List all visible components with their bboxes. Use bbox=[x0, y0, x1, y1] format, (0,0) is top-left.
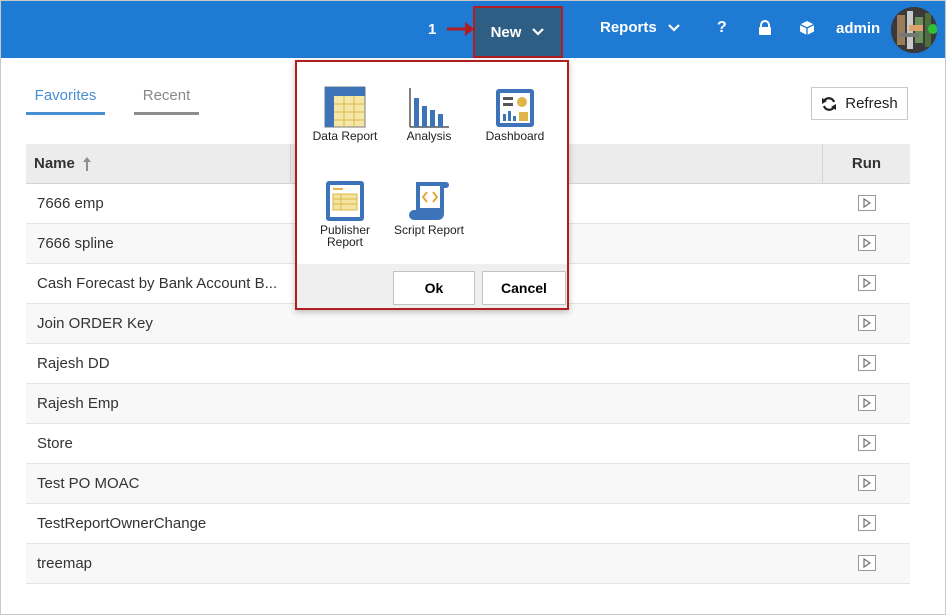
table-row[interactable]: treemap bbox=[26, 544, 910, 584]
table-row[interactable]: Rajesh Emp bbox=[26, 384, 910, 424]
avatar-pattern-icon bbox=[891, 7, 937, 53]
avatar[interactable] bbox=[891, 7, 937, 53]
report-name[interactable]: Test PO MOAC bbox=[37, 475, 282, 492]
new-menu-button[interactable]: New bbox=[473, 6, 563, 58]
column-name-label: Name bbox=[34, 155, 75, 172]
run-button[interactable] bbox=[858, 435, 876, 451]
play-icon bbox=[863, 398, 871, 408]
table-row[interactable]: Test PO MOAC bbox=[26, 464, 910, 504]
option-label: Analysis bbox=[406, 129, 452, 143]
reports-menu-label: Reports bbox=[600, 19, 657, 36]
tab-favorites[interactable]: Favorites bbox=[26, 87, 105, 115]
report-name[interactable]: Rajesh DD bbox=[37, 355, 282, 372]
report-name[interactable]: Store bbox=[37, 435, 282, 452]
dialog-footer: Ok Cancel bbox=[297, 264, 567, 308]
run-button[interactable] bbox=[858, 235, 876, 251]
dashboard-icon bbox=[496, 89, 534, 127]
report-name[interactable]: 7666 emp bbox=[37, 195, 282, 212]
ok-button[interactable]: Ok bbox=[393, 271, 475, 305]
play-icon bbox=[863, 358, 871, 368]
column-divider bbox=[290, 144, 291, 183]
reports-menu-button[interactable]: Reports bbox=[600, 19, 681, 36]
run-button[interactable] bbox=[858, 555, 876, 571]
help-button[interactable]: ? bbox=[717, 19, 727, 37]
option-label: Script Report bbox=[393, 223, 465, 237]
report-name[interactable]: treemap bbox=[37, 555, 282, 572]
play-icon bbox=[863, 518, 871, 528]
table-row[interactable]: Join ORDER Key bbox=[26, 304, 910, 344]
analysis-icon bbox=[409, 88, 449, 128]
play-icon bbox=[863, 558, 871, 568]
data-report-icon bbox=[324, 86, 366, 128]
play-icon bbox=[863, 318, 871, 328]
lock-icon[interactable] bbox=[758, 20, 772, 36]
run-button[interactable] bbox=[858, 275, 876, 291]
chevron-down-icon bbox=[667, 23, 680, 32]
option-label: Publisher Report bbox=[319, 223, 371, 249]
refresh-icon bbox=[822, 96, 837, 111]
option-dashboard[interactable]: Dashboard bbox=[481, 84, 549, 142]
sort-ascending-icon bbox=[82, 156, 91, 171]
option-label: Dashboard bbox=[485, 129, 545, 143]
option-analysis[interactable]: Analysis bbox=[397, 84, 461, 142]
table-row[interactable]: Rajesh DD bbox=[26, 344, 910, 384]
option-publisher-report[interactable]: Publisher Report bbox=[311, 178, 379, 248]
table-row[interactable]: TestReportOwnerChange bbox=[26, 504, 910, 544]
callout-arrow-icon bbox=[447, 22, 474, 36]
run-button[interactable] bbox=[858, 395, 876, 411]
chevron-down-icon bbox=[532, 28, 545, 36]
run-button[interactable] bbox=[858, 315, 876, 331]
run-button[interactable] bbox=[858, 355, 876, 371]
report-name[interactable]: TestReportOwnerChange bbox=[37, 515, 282, 532]
report-name[interactable]: Rajesh Emp bbox=[37, 395, 282, 412]
tab-recent[interactable]: Recent bbox=[134, 87, 199, 115]
cube-icon[interactable] bbox=[799, 20, 815, 36]
play-icon bbox=[863, 478, 871, 488]
publisher-report-icon bbox=[326, 181, 364, 221]
play-icon bbox=[863, 198, 871, 208]
column-header-name[interactable]: Name bbox=[34, 155, 91, 172]
new-menu-label: New bbox=[490, 23, 522, 41]
option-script-report[interactable]: Script Report bbox=[391, 178, 467, 236]
top-navbar: 1 New Reports ? admin bbox=[1, 1, 945, 58]
report-name[interactable]: 7666 spline bbox=[37, 235, 282, 252]
report-name[interactable]: Cash Forecast by Bank Account B... bbox=[37, 275, 282, 292]
refresh-label: Refresh bbox=[845, 95, 898, 112]
run-button[interactable] bbox=[858, 515, 876, 531]
table-row[interactable]: Store bbox=[26, 424, 910, 464]
script-report-icon bbox=[409, 182, 449, 220]
cancel-button[interactable]: Cancel bbox=[482, 271, 566, 305]
new-report-dialog: Data Report Analysis Dashboard Publisher… bbox=[295, 60, 569, 310]
run-button[interactable] bbox=[858, 195, 876, 211]
play-icon bbox=[863, 278, 871, 288]
report-name[interactable]: Join ORDER Key bbox=[37, 315, 282, 332]
user-menu[interactable]: admin bbox=[836, 20, 880, 37]
callout-number: 1 bbox=[428, 21, 437, 38]
play-icon bbox=[863, 438, 871, 448]
column-header-run: Run bbox=[822, 144, 910, 183]
option-data-report[interactable]: Data Report bbox=[311, 84, 379, 142]
play-icon bbox=[863, 238, 871, 248]
app-window: 1 New Reports ? admin Favorites Recent R… bbox=[0, 0, 946, 615]
refresh-button[interactable]: Refresh bbox=[811, 87, 908, 120]
option-label: Data Report bbox=[312, 129, 378, 143]
run-button[interactable] bbox=[858, 475, 876, 491]
